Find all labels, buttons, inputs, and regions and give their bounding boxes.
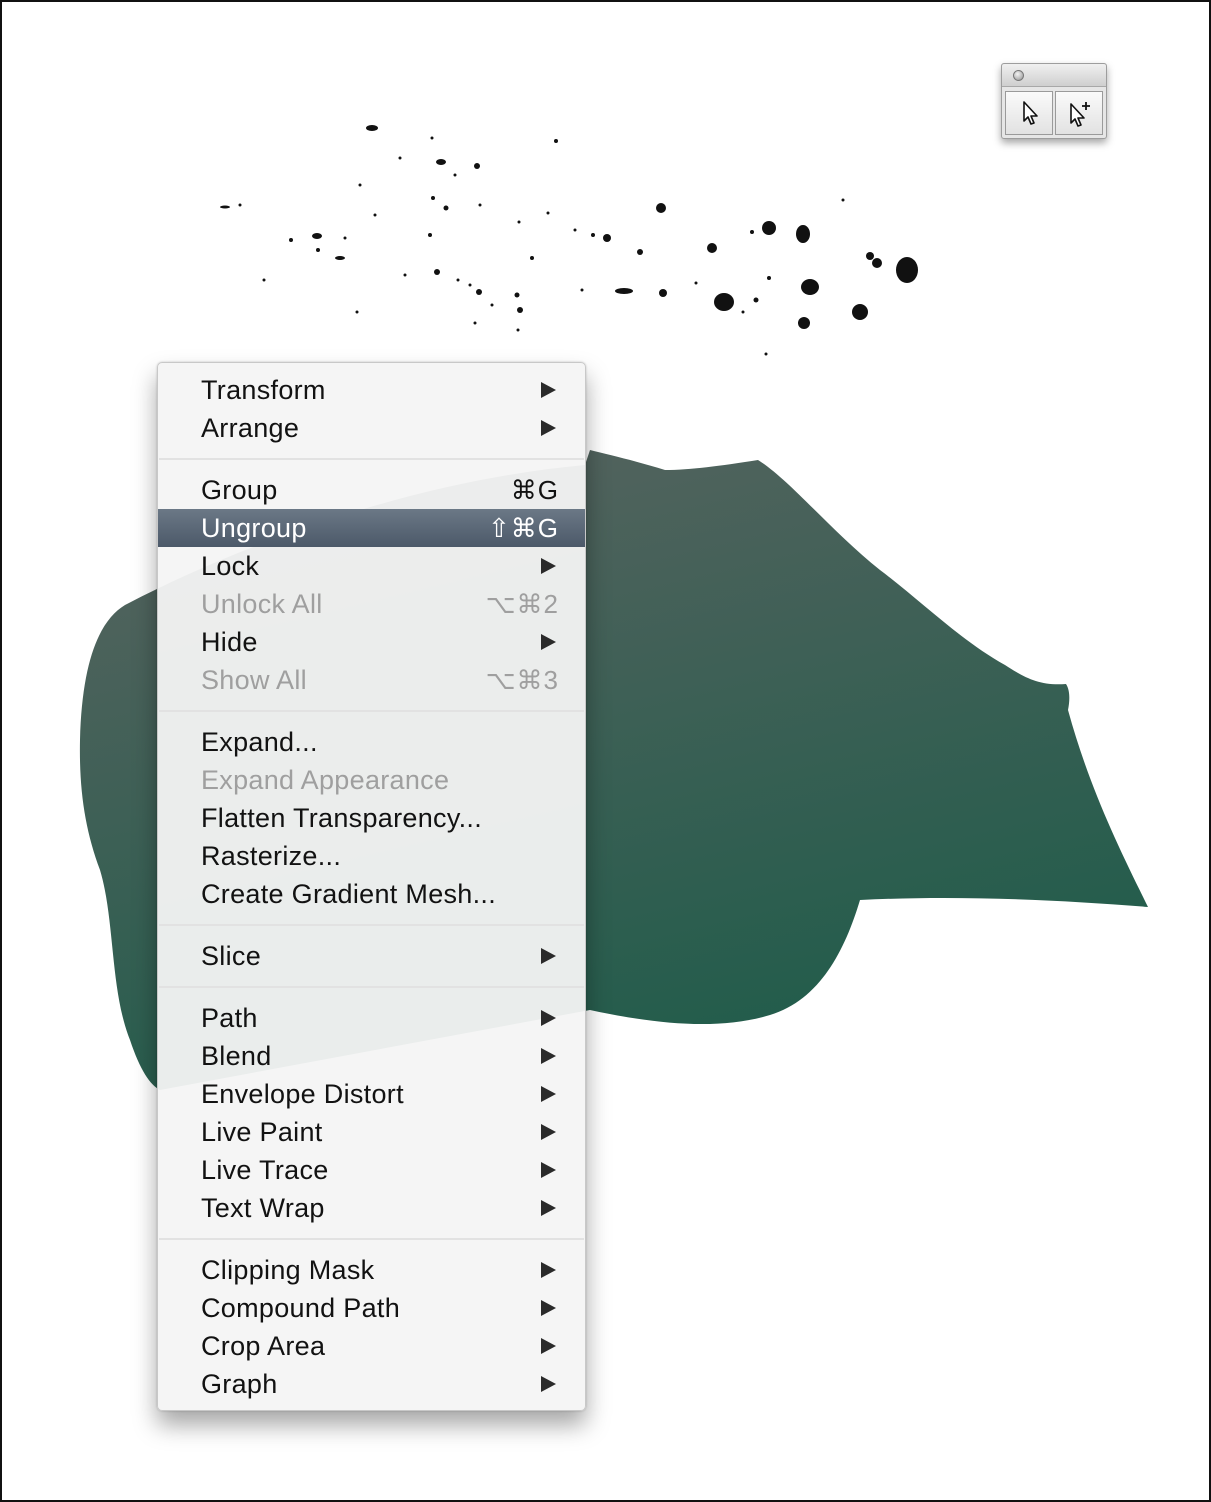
menu-item-rasterize[interactable]: Rasterize... <box>158 837 585 875</box>
submenu-arrow-icon <box>541 1376 556 1392</box>
menu-item-path[interactable]: Path <box>158 999 585 1037</box>
menu-item-label: Arrange <box>201 412 300 443</box>
menu-item-shortcut: ⌘G <box>510 474 559 505</box>
menu-item-lock[interactable]: Lock <box>158 547 585 585</box>
menu-item-label: Lock <box>201 550 260 581</box>
menu-item-label: Live Trace <box>201 1154 329 1185</box>
menu-item-clipping-mask[interactable]: Clipping Mask <box>158 1251 585 1289</box>
submenu-arrow-icon <box>541 1010 556 1026</box>
menu-item-arrange[interactable]: Arrange <box>158 409 585 447</box>
submenu-arrow-icon <box>541 1086 556 1102</box>
menu-item-blend[interactable]: Blend <box>158 1037 585 1075</box>
menu-item-label: Graph <box>201 1368 278 1399</box>
menu-item-label: Clipping Mask <box>201 1254 375 1285</box>
menu-separator <box>158 975 585 999</box>
group-selection-tool-button[interactable] <box>1055 91 1103 135</box>
submenu-arrow-icon <box>541 634 556 650</box>
menu-item-label: Compound Path <box>201 1292 401 1323</box>
menu-item-show-all: Show All ⌥⌘3 <box>158 661 585 699</box>
menu-item-expand-appearance: Expand Appearance <box>158 761 585 799</box>
submenu-arrow-icon <box>541 1124 556 1140</box>
menu-item-label: Unlock All <box>201 588 323 619</box>
menu-item-compound-path[interactable]: Compound Path <box>158 1289 585 1327</box>
menu-item-text-wrap[interactable]: Text Wrap <box>158 1189 585 1227</box>
menu-item-expand[interactable]: Expand... <box>158 723 585 761</box>
menu-item-shortcut: ⌥⌘3 <box>485 664 559 695</box>
ink-splatter <box>220 125 918 356</box>
menu-separator <box>158 913 585 937</box>
menu-item-crop-area[interactable]: Crop Area <box>158 1327 585 1365</box>
menu-separator <box>158 1227 585 1251</box>
menu-item-label: Blend <box>201 1040 272 1071</box>
menu-item-label: Group <box>201 474 278 505</box>
menu-item-live-trace[interactable]: Live Trace <box>158 1151 585 1189</box>
menu-item-label: Rasterize... <box>201 840 342 871</box>
selection-tool-palette <box>1001 63 1107 139</box>
group-selection-arrow-icon <box>1070 102 1090 127</box>
menu-item-label: Path <box>201 1002 258 1033</box>
menu-item-graph[interactable]: Graph <box>158 1365 585 1403</box>
menu-item-label: Ungroup <box>201 512 307 543</box>
menu-item-label: Text Wrap <box>201 1192 325 1223</box>
submenu-arrow-icon <box>541 558 556 574</box>
direct-selection-arrow-icon <box>1023 101 1038 125</box>
menu-item-label: Create Gradient Mesh... <box>201 878 497 909</box>
menu-item-label: Transform <box>201 374 326 405</box>
direct-selection-tool-button[interactable] <box>1005 91 1053 135</box>
menu-item-flatten-transparency[interactable]: Flatten Transparency... <box>158 799 585 837</box>
menu-item-shortcut: ⇧⌘G <box>487 512 559 543</box>
menu-item-create-gradient-mesh[interactable]: Create Gradient Mesh... <box>158 875 585 913</box>
menu-item-envelope-distort[interactable]: Envelope Distort <box>158 1075 585 1113</box>
context-menu: Transform Arrange Group ⌘G Ungroup ⇧⌘G Lock Unl… <box>157 362 586 1411</box>
menu-item-live-paint[interactable]: Live Paint <box>158 1113 585 1151</box>
menu-item-label: Live Paint <box>201 1116 323 1147</box>
menu-item-ungroup[interactable]: Ungroup ⇧⌘G <box>158 509 585 547</box>
submenu-arrow-icon <box>541 1338 556 1354</box>
menu-item-label: Slice <box>201 940 262 971</box>
menu-item-unlock-all: Unlock All ⌥⌘2 <box>158 585 585 623</box>
submenu-arrow-icon <box>541 1162 556 1178</box>
menu-item-transform[interactable]: Transform <box>158 371 585 409</box>
submenu-arrow-icon <box>541 1300 556 1316</box>
submenu-arrow-icon <box>541 1200 556 1216</box>
menu-item-label: Envelope Distort <box>201 1078 404 1109</box>
submenu-arrow-icon <box>541 1262 556 1278</box>
menu-separator <box>158 699 585 723</box>
submenu-arrow-icon <box>541 948 556 964</box>
menu-item-label: Show All <box>201 664 307 695</box>
submenu-arrow-icon <box>541 420 556 436</box>
menu-item-label: Expand... <box>201 726 318 757</box>
menu-item-label: Expand Appearance <box>201 764 450 795</box>
menu-item-label: Flatten Transparency... <box>201 802 483 833</box>
menu-item-slice[interactable]: Slice <box>158 937 585 975</box>
menu-item-label: Crop Area <box>201 1330 326 1361</box>
menu-item-group[interactable]: Group ⌘G <box>158 471 585 509</box>
palette-close-button[interactable] <box>1013 70 1024 81</box>
menu-item-shortcut: ⌥⌘2 <box>485 588 559 619</box>
submenu-arrow-icon <box>541 382 556 398</box>
menu-item-hide[interactable]: Hide <box>158 623 585 661</box>
palette-titlebar[interactable] <box>1002 64 1106 87</box>
menu-separator <box>158 447 585 471</box>
submenu-arrow-icon <box>541 1048 556 1064</box>
menu-item-label: Hide <box>201 626 258 657</box>
